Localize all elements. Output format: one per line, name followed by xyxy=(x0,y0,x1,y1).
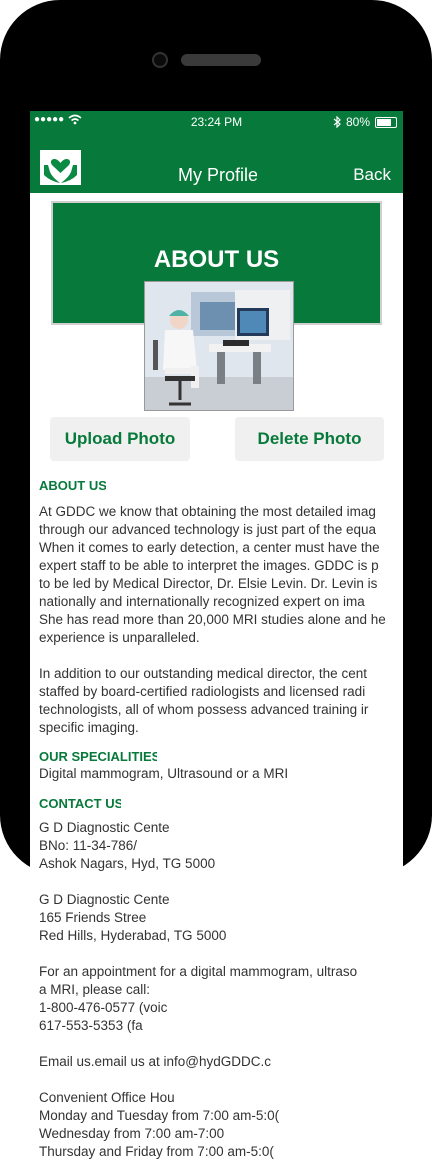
contact-line: 617-553-5353 (fa xyxy=(39,1018,143,1033)
contact-line: BNo: 11-34-786/ xyxy=(39,838,138,853)
battery-icon xyxy=(375,116,397,128)
contact-line: Convenient Office Hou xyxy=(39,1090,175,1105)
about-line: technologists, all of whom possess advan… xyxy=(39,702,369,717)
about-line: When it comes to early detection, a cent… xyxy=(39,540,380,555)
specialities-text: Digital mammogram, Ultrasound or a MRI xyxy=(39,766,289,781)
about-line: specific imaging. xyxy=(39,720,139,735)
contact-line: Wednesday from 7:00 am-7:00 xyxy=(39,1126,225,1141)
contact-text: G D Diagnostic Cente BNo: 11-34-786/ Ash… xyxy=(39,819,389,1159)
about-line: through our advanced technology is just … xyxy=(39,522,376,537)
contact-line: For an appointment for a digital mammogr… xyxy=(39,964,358,979)
about-line: staffed by board-certified radiologists … xyxy=(39,684,366,699)
contact-line: 165 Friends Stree xyxy=(39,910,147,925)
upload-photo-button[interactable]: Upload Photo xyxy=(50,417,190,461)
about-line: She has read more than 20,000 MRI studie… xyxy=(39,612,386,627)
back-button[interactable]: Back xyxy=(353,165,391,185)
contact-line: Email us.email us at info@hydGDDC.c xyxy=(39,1054,272,1069)
contact-line: G D Diagnostic Cente xyxy=(39,820,170,835)
about-line: In addition to our outstanding medical d… xyxy=(39,666,367,681)
nav-bar: My Profile Back xyxy=(30,133,403,193)
about-line: to be led by Medical Director, Dr. Elsie… xyxy=(39,576,378,591)
battery-percent: 80% xyxy=(345,115,370,129)
contact-line: 1-800-476-0577 (voic xyxy=(39,1000,168,1015)
clinic-logo xyxy=(40,150,81,185)
app-screen: ●●●●● 23:24 PM 80% My Profile Back ABOUT… xyxy=(30,111,403,1159)
about-line xyxy=(39,647,389,665)
contact-line: Ashok Nagars, Hyd, TG 5000 xyxy=(39,856,216,871)
contact-line xyxy=(39,873,389,891)
profile-photo xyxy=(144,281,294,411)
about-line: expert staff to be able to interpret the… xyxy=(39,558,379,573)
status-right: 80% xyxy=(333,115,397,129)
about-text: At GDDC we know that obtaining the most … xyxy=(39,503,389,737)
about-line: At GDDC we know that obtaining the most … xyxy=(39,504,376,519)
speaker-grille xyxy=(181,54,261,66)
contact-line: G D Diagnostic Cente xyxy=(39,892,170,907)
contact-line: a MRI, please call: xyxy=(39,982,151,997)
banner-heading: ABOUT US xyxy=(153,246,280,273)
page-title: My Profile xyxy=(178,165,257,185)
bluetooth-icon xyxy=(333,116,341,128)
delete-photo-button[interactable]: Delete Photo xyxy=(235,417,384,461)
status-bar: ●●●●● 23:24 PM 80% xyxy=(30,111,403,133)
contact-line: Red Hills, Hyderabad, TG 5000 xyxy=(39,928,227,943)
about-line: experience is unparalleled. xyxy=(39,630,200,645)
contact-line: Monday and Tuesday from 7:00 am-5:0( xyxy=(39,1108,280,1123)
about-title: ABOUT US xyxy=(39,478,106,493)
about-line: nationally and internationally recognize… xyxy=(39,594,365,609)
contact-line xyxy=(39,945,389,963)
contact-title: CONTACT US xyxy=(39,796,121,811)
contact-line xyxy=(39,1071,389,1089)
contact-line xyxy=(39,1035,389,1053)
specialities-title: OUR SPECIALITIES xyxy=(39,749,157,764)
contact-line: Thursday and Friday from 7:00 am-5:0( xyxy=(39,1144,274,1159)
camera-icon xyxy=(152,52,168,68)
